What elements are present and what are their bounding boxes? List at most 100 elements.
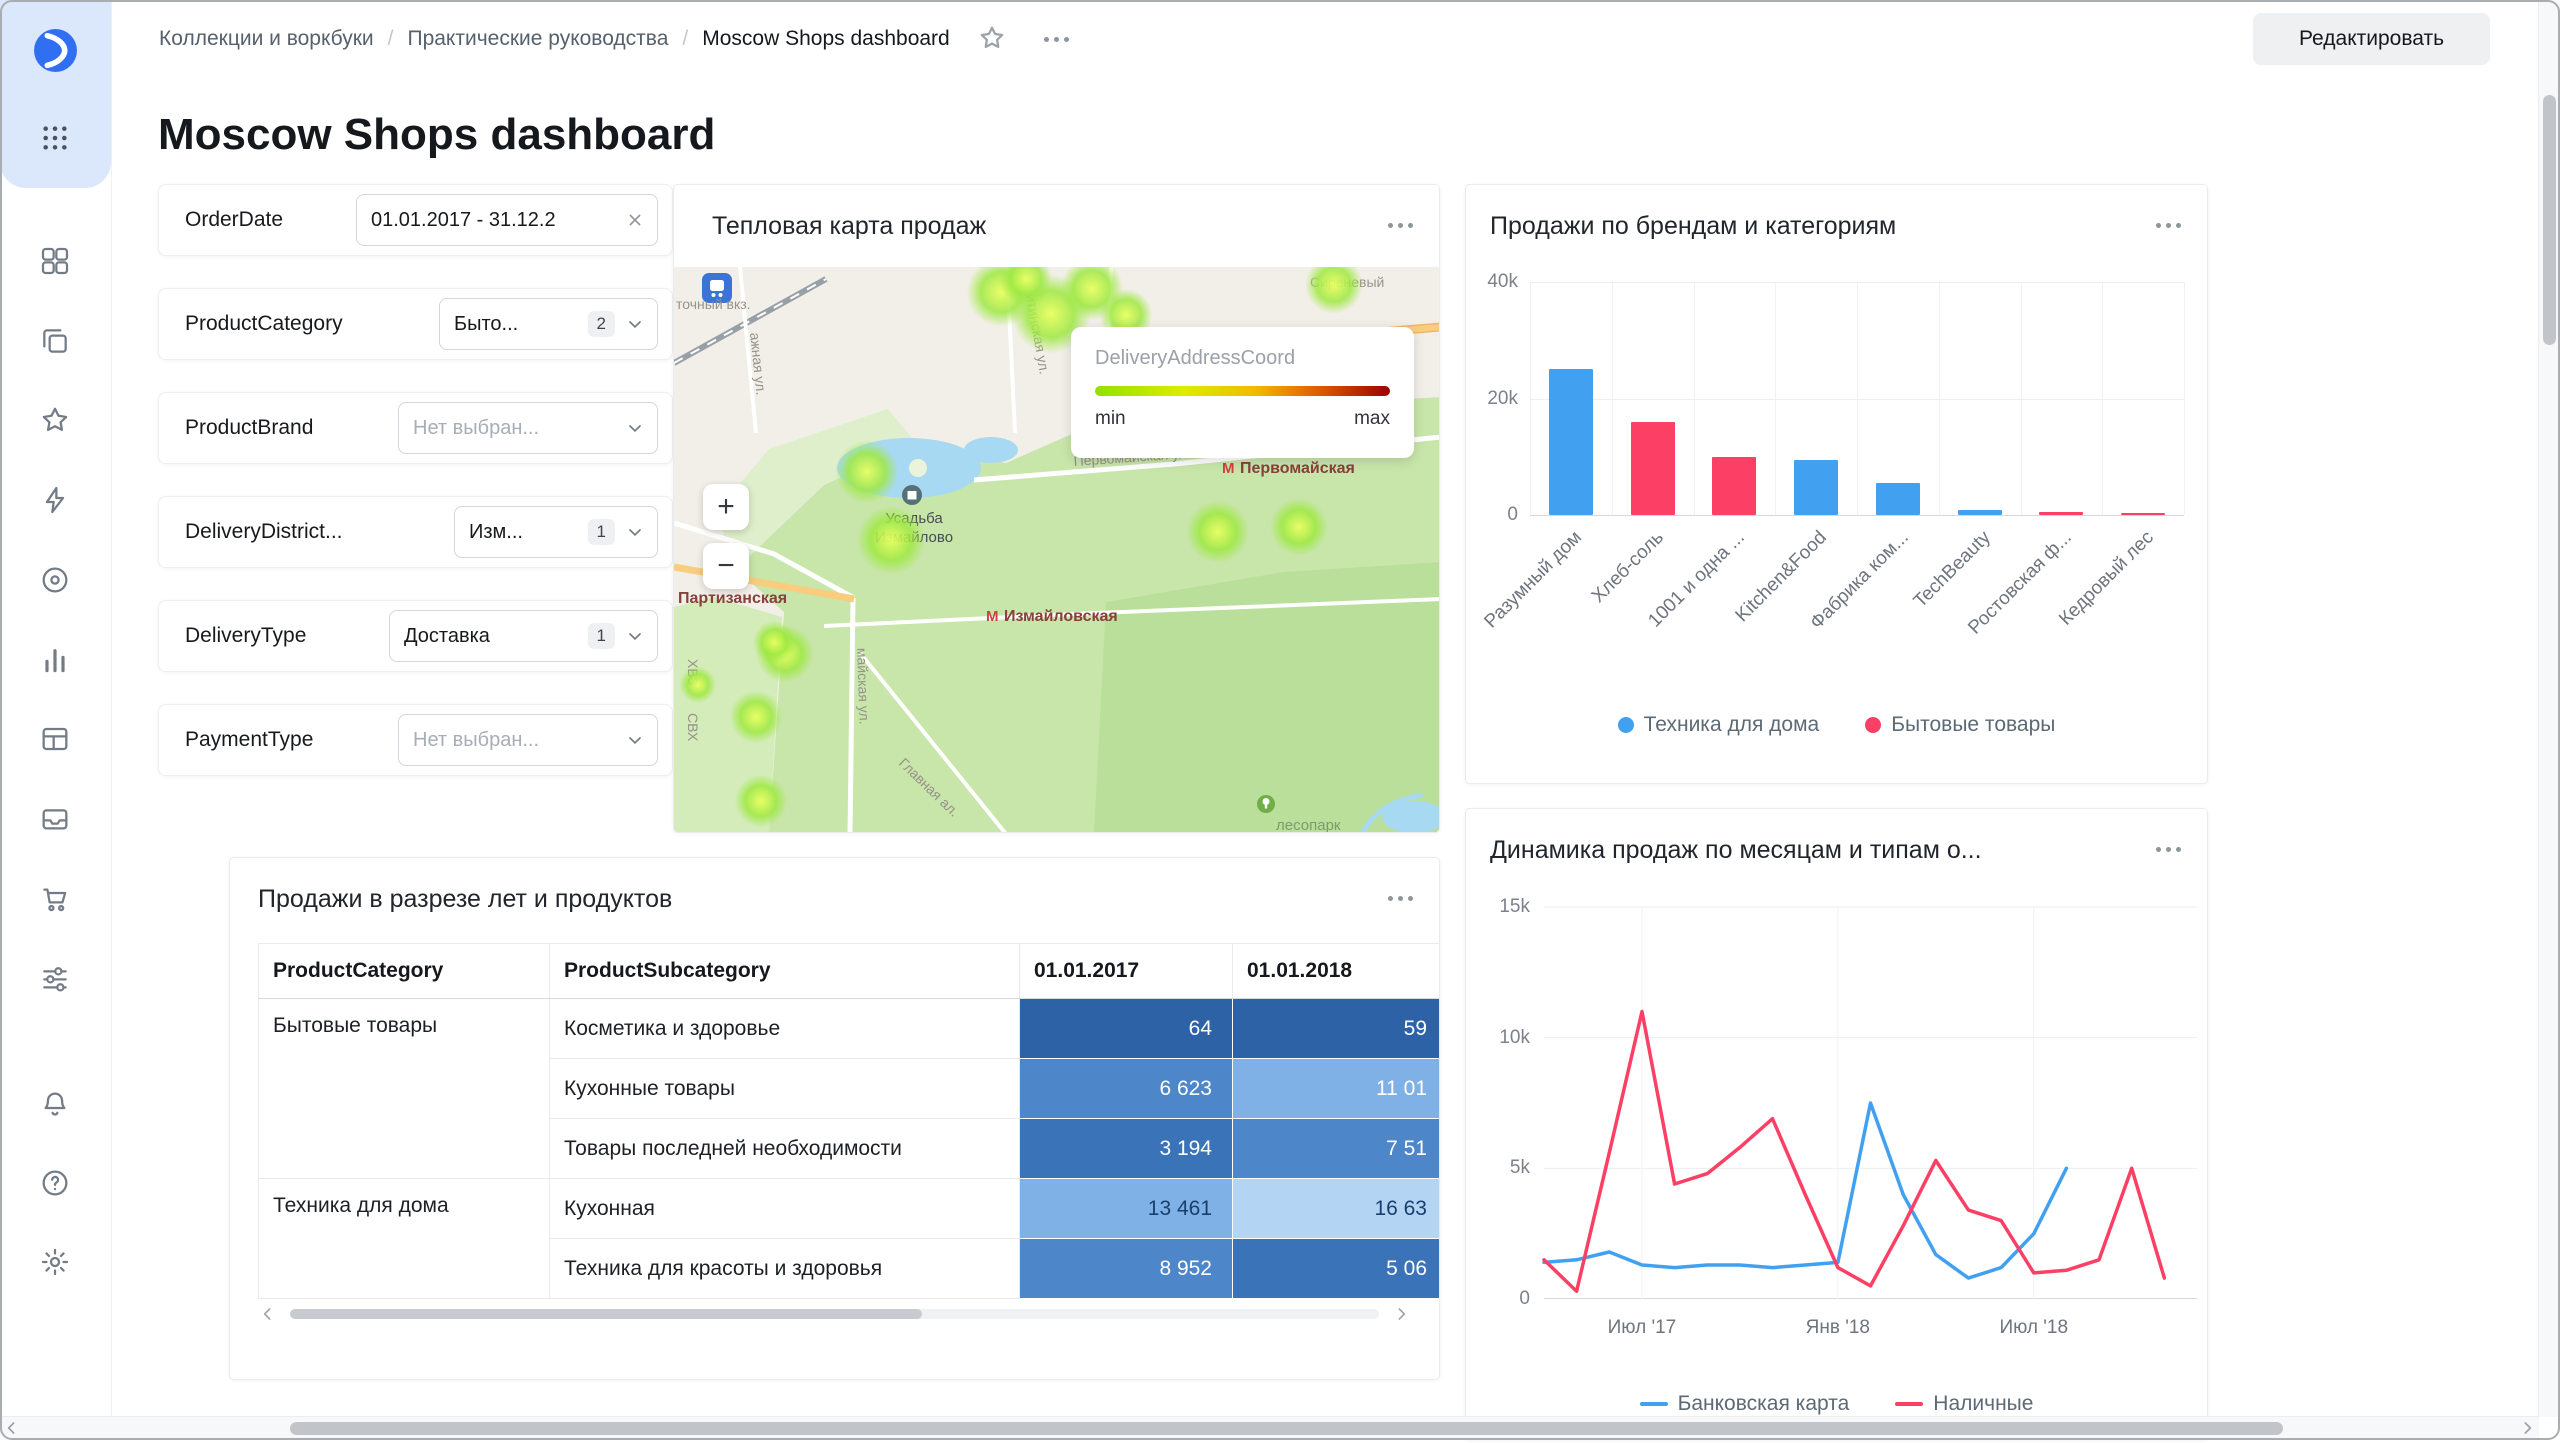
gridline [2184, 282, 2185, 515]
legend-label: Техника для дома [1643, 713, 1820, 736]
filter-card: OrderDate 01.01.2017 - 31.12.2 [158, 184, 673, 256]
inbox-icon[interactable] [39, 803, 71, 835]
apps-grid-icon[interactable] [39, 122, 71, 154]
legend-dot [1865, 717, 1882, 733]
chart-bar[interactable] [1957, 509, 2002, 515]
legend-item[interactable]: Техника для дома [1617, 713, 1820, 737]
chevron-down-icon[interactable] [625, 314, 645, 334]
widget-menu-icon[interactable] [1388, 896, 1413, 901]
horizontal-scrollbar-thumb[interactable] [290, 1422, 2283, 1435]
table-header[interactable]: 01.01.2017 [1019, 943, 1233, 999]
value-cell: 59 [1232, 998, 1439, 1059]
favorites-star-icon[interactable] [39, 404, 71, 436]
heatmap-card: Тепловая карта продаж точный вкз. Сирене… [673, 184, 1440, 833]
datalens-logo[interactable] [32, 27, 79, 74]
y-axis-label: 15k [1499, 896, 1530, 917]
chart-bar[interactable] [2121, 512, 2166, 515]
chart-bar[interactable] [1630, 421, 1675, 515]
scroll-left-icon[interactable] [2, 1418, 22, 1438]
scroll-right-icon[interactable] [2517, 1418, 2537, 1438]
horizontal-scrollbar[interactable] [0, 1416, 2539, 1440]
y-axis-label: 0 [1507, 504, 1518, 525]
zoom-out-button[interactable]: − [703, 543, 749, 589]
legend-item[interactable]: Бытовые товары [1865, 713, 2055, 737]
bell-icon[interactable] [39, 1088, 71, 1120]
chart-bar[interactable] [1875, 482, 1920, 515]
layout-icon[interactable] [39, 245, 71, 277]
subcategory-cell: Кухонные товары [549, 1058, 1020, 1119]
filter-control[interactable]: Доставка 1 [389, 610, 658, 662]
favorite-star-icon[interactable] [976, 23, 1008, 55]
filter-control[interactable]: Изм... 1 [454, 506, 658, 558]
vertical-scrollbar-thumb[interactable] [2543, 95, 2556, 345]
gridline [1530, 282, 2184, 283]
chart-bar[interactable] [1794, 459, 1839, 515]
table-header[interactable]: 01.01.2018 [1232, 943, 1439, 999]
edit-button[interactable]: Редактировать [2253, 13, 2490, 65]
value-cell: 13 461 [1019, 1178, 1233, 1239]
filter-control[interactable]: Нет выбран... [398, 402, 658, 454]
metro-station-label: Измайловская [1004, 608, 1118, 625]
filter-label: OrderDate [185, 208, 284, 231]
y-axis-label: 20k [1487, 387, 1518, 409]
value-cell: 6 623 [1019, 1058, 1233, 1119]
category-cell: Бытовые товары [258, 998, 550, 1179]
map-legend-title: DeliveryAddressCoord [1095, 347, 1296, 369]
clear-icon[interactable] [625, 210, 645, 230]
dynamics-card: Динамика продаж по месяцам и типам о... … [1465, 808, 2208, 1440]
chevron-down-icon[interactable] [625, 522, 645, 542]
breadcrumb-item[interactable]: Практические руководства [407, 27, 668, 51]
table-row: Техника для дома Кухонная 13 461 16 63 [258, 1178, 1439, 1299]
table-header[interactable]: ProductCategory [258, 943, 550, 999]
cart-icon[interactable] [39, 883, 71, 915]
vertical-scrollbar[interactable] [2538, 0, 2560, 1417]
x-axis-label: Июл '18 [1999, 1317, 2069, 1338]
filter-label: DeliveryDistrict... [185, 520, 343, 543]
disc-icon[interactable] [39, 564, 71, 596]
filter-control[interactable]: Быто... 2 [439, 298, 658, 350]
filter-card: ProductBrand Нет выбран... [158, 392, 673, 464]
chart-bar[interactable] [2039, 511, 2084, 515]
table-scrollbar[interactable] [290, 1309, 1379, 1319]
filter-control[interactable]: Нет выбран... [398, 714, 658, 766]
filter-control[interactable]: 01.01.2017 - 31.12.2 [356, 194, 658, 246]
scroll-left-icon[interactable] [258, 1304, 278, 1324]
map-label: ХВЗ [685, 659, 701, 686]
breadcrumb-item[interactable]: Коллекции и воркбуки [159, 27, 374, 51]
chart-bar[interactable] [1548, 369, 1593, 515]
table-icon[interactable] [39, 723, 71, 755]
services-icon[interactable] [39, 962, 71, 994]
filter-card: ProductCategory Быто... 2 [158, 288, 673, 360]
chevron-down-icon[interactable] [625, 418, 645, 438]
legend-label: Наличные [1933, 1392, 2034, 1415]
sales-table-card: Продажи в разрезе лет и продуктов Produc… [229, 857, 1440, 1380]
filter-value: 01.01.2017 - 31.12.2 [371, 208, 556, 231]
legend-item[interactable]: Наличные [1895, 1392, 2033, 1416]
map-label: СВХ [685, 713, 701, 742]
table-scrollbar-thumb[interactable] [290, 1309, 922, 1319]
map-canvas[interactable]: точный вкз. Сиреневый итинская ул. ажная… [674, 267, 1439, 832]
selection-count-badge: 1 [587, 519, 615, 545]
scroll-right-icon[interactable] [1391, 1304, 1411, 1324]
filter-label: DeliveryType [185, 624, 307, 647]
gear-icon[interactable] [39, 1246, 71, 1278]
chevron-down-icon[interactable] [625, 730, 645, 750]
chart-icon[interactable] [39, 644, 71, 676]
legend-line-swatch [1895, 1402, 1924, 1406]
gridline [1530, 515, 2184, 516]
lightning-icon[interactable] [39, 484, 71, 516]
y-axis-label: 10k [1499, 1026, 1530, 1048]
table-holder: ProductCategory ProductSubcategory 01.01.2… [258, 943, 1439, 1299]
zoom-in-button[interactable]: + [703, 484, 749, 530]
widget-menu-icon[interactable] [1388, 223, 1413, 228]
help-icon[interactable] [39, 1167, 71, 1199]
more-menu-icon[interactable] [1036, 29, 1077, 50]
chart-bar[interactable] [1712, 456, 1757, 515]
legend-item[interactable]: Банковская карта [1639, 1392, 1849, 1416]
chevron-down-icon[interactable] [625, 626, 645, 646]
table-header[interactable]: ProductSubcategory [549, 943, 1020, 999]
estate-poi-icon [902, 485, 922, 505]
filter-value: Доставка [404, 624, 490, 647]
collections-icon[interactable] [39, 325, 71, 357]
legend-min-label: min [1095, 408, 1126, 429]
